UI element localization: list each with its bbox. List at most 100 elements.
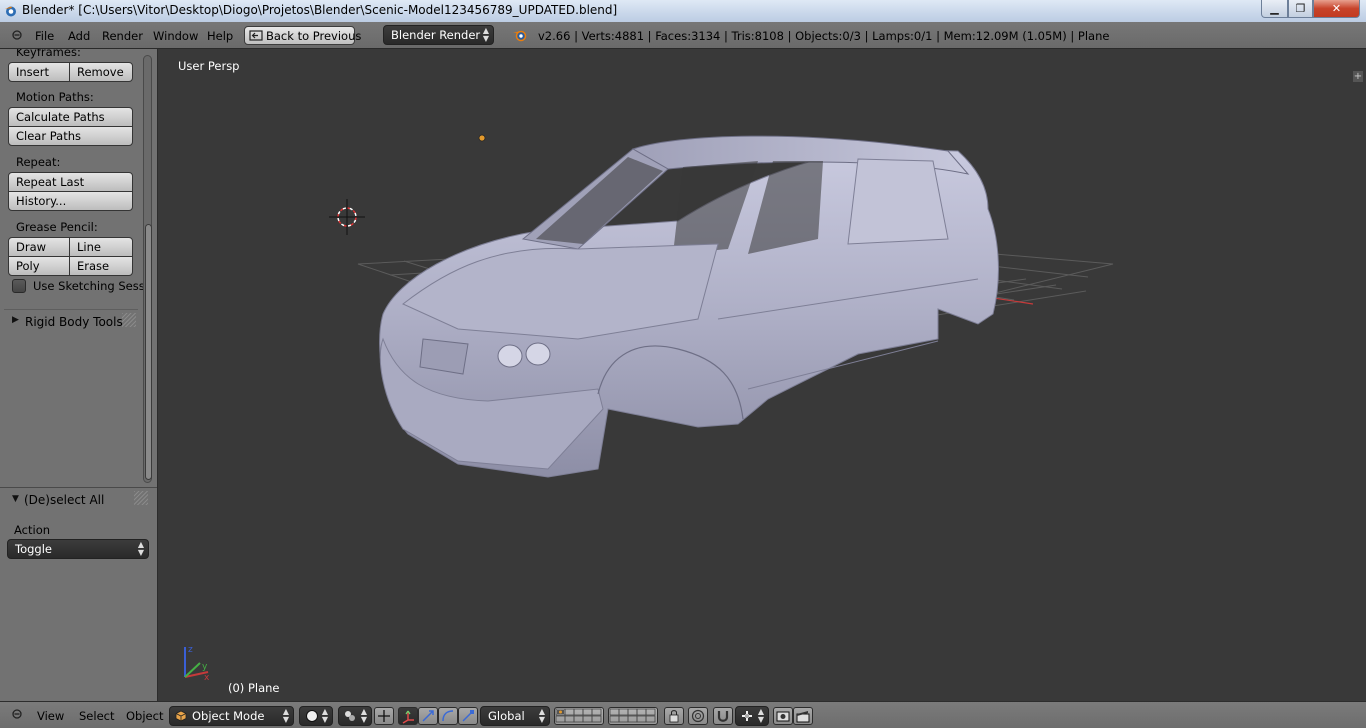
snap-toggle[interactable]: [713, 707, 733, 725]
menu-help[interactable]: Help: [207, 29, 233, 43]
back-to-previous-button[interactable]: Back to Previous: [244, 26, 361, 45]
menu-add[interactable]: Add: [68, 29, 90, 43]
render-engine-select[interactable]: Blender Render ▲ ▼: [383, 25, 494, 45]
proportional-edit-button[interactable]: [688, 707, 708, 725]
layers-icon: [555, 708, 602, 723]
menu-view[interactable]: View: [37, 709, 64, 723]
drag-grip-icon[interactable]: [122, 313, 136, 327]
viewport-canvas: z y x: [184, 134, 1114, 683]
updown-arrows-icon: ▲ ▼: [482, 26, 489, 43]
action-select[interactable]: Toggle ▲ ▼: [7, 539, 149, 559]
clapper-icon: [796, 711, 810, 723]
grease-line-button[interactable]: Line: [69, 237, 133, 257]
manipulator-toggle[interactable]: [398, 707, 418, 725]
window-title: Blender* [C:\Users\Vitor\Desktop\Diogo\P…: [22, 3, 618, 17]
blender-logo-icon: [5, 6, 16, 17]
expanded-arrow-icon: ▼: [12, 494, 19, 504]
back-icon: [249, 30, 263, 41]
info-header: File Add Render Window Help Back to Prev…: [0, 22, 1366, 49]
menu-collapse-icon: [12, 30, 22, 40]
scene-layers-1[interactable]: [554, 707, 604, 725]
repeat-label: Repeat:: [16, 155, 61, 169]
calculate-paths-button[interactable]: Calculate Paths: [8, 107, 133, 127]
view-name-label: User Persp: [178, 59, 240, 73]
menu-file[interactable]: File: [35, 29, 54, 43]
scene-layers-2[interactable]: [608, 707, 658, 725]
menu-object[interactable]: Object: [126, 709, 163, 723]
axis-z-label: z: [188, 645, 193, 655]
render-engine-value: Blender Render: [391, 28, 481, 42]
rigid-body-panel-header[interactable]: ▶ Rigid Body Tools: [4, 309, 138, 334]
updown-arrows-icon: ▲ ▼: [137, 540, 144, 557]
updown-arrows-icon: ▲ ▼: [321, 707, 328, 724]
collapsed-arrow-icon: ▶: [12, 315, 19, 325]
orientation-select[interactable]: Global ▲ ▼: [480, 706, 550, 726]
sketching-checkbox[interactable]: [12, 279, 26, 293]
repeat-last-button[interactable]: Repeat Last: [8, 172, 133, 192]
translate-arrow-icon: [422, 710, 434, 722]
scene-stats: v2.66 | Verts:4881 | Faces:3134 | Tris:8…: [538, 29, 1110, 43]
layers-icon: [609, 708, 656, 723]
mode-select[interactable]: Object Mode ▲ ▼: [169, 706, 294, 726]
editor-type-button[interactable]: [9, 28, 25, 42]
history-button[interactable]: History...: [8, 191, 133, 211]
shading-select[interactable]: ▲ ▼: [299, 706, 333, 726]
remove-keyframe-button[interactable]: Remove: [69, 62, 133, 82]
plus-icon[interactable]: +: [1353, 71, 1363, 82]
car-model: [379, 135, 999, 478]
menu-render[interactable]: Render: [102, 29, 143, 43]
editor-type-button[interactable]: [9, 707, 25, 721]
minimize-button[interactable]: ▁: [1261, 0, 1288, 18]
drag-grip-icon[interactable]: [134, 491, 148, 505]
rotate-icon: [442, 710, 454, 722]
render-animation-button[interactable]: [793, 707, 813, 725]
close-button[interactable]: ✕: [1313, 0, 1360, 18]
3d-viewport[interactable]: z y x User Persp (0) Plane +: [158, 49, 1366, 701]
scrollbar-thumb[interactable]: [145, 224, 152, 480]
operator-panel: ▼ (De)select All Action Toggle ▲ ▼: [0, 487, 157, 701]
align-view-button[interactable]: [374, 707, 394, 725]
updown-arrows-icon: ▲ ▼: [757, 707, 764, 724]
tool-shelf: Keyframes: Insert Remove Motion Paths: C…: [0, 49, 158, 701]
scale-toggle[interactable]: [458, 707, 478, 725]
proportional-icon: [691, 709, 705, 723]
grease-erase-button[interactable]: Erase: [69, 256, 133, 276]
render-opengl-button[interactable]: [773, 707, 793, 725]
tool-shelf-scrollbar[interactable]: [143, 55, 152, 483]
mode-value: Object Mode: [192, 709, 265, 723]
camera-icon: [776, 711, 790, 722]
menu-collapse-icon: [12, 709, 22, 719]
blender-logo-icon: [513, 30, 527, 42]
rigid-body-label: Rigid Body Tools: [25, 315, 123, 329]
lamp-origin-point[interactable]: [478, 134, 486, 142]
layer-lock-button[interactable]: [664, 707, 684, 725]
scale-icon: [462, 710, 474, 722]
action-label: Action: [14, 523, 51, 537]
motion-paths-label: Motion Paths:: [16, 90, 94, 104]
translate-toggle[interactable]: [418, 707, 438, 725]
sketching-label: Use Sketching Sessi: [33, 279, 148, 293]
orientation-value: Global: [488, 709, 525, 723]
rotate-toggle[interactable]: [438, 707, 458, 725]
insert-keyframe-button[interactable]: Insert: [8, 62, 70, 82]
pivot-icon: [345, 711, 355, 721]
mode-cube-icon: [175, 710, 187, 722]
clear-paths-button[interactable]: Clear Paths: [8, 126, 133, 146]
operator-title: (De)select All: [24, 493, 105, 507]
axis-gizmo: z y x: [184, 645, 210, 683]
axis-y-label: y: [202, 662, 208, 672]
pivot-select[interactable]: ▲ ▼: [338, 706, 372, 726]
menu-window[interactable]: Window: [153, 29, 198, 43]
updown-arrows-icon: ▲ ▼: [282, 707, 289, 724]
magnet-icon: [717, 711, 729, 722]
maximize-button[interactable]: ❐: [1288, 0, 1313, 18]
back-to-previous-label: Back to Previous: [266, 29, 362, 43]
viewport-header: View Select Object Object Mode ▲ ▼ ▲ ▼ ▲ ▼ …: [0, 701, 1366, 728]
manipulator-icon: [402, 710, 414, 724]
grease-draw-button[interactable]: Draw: [8, 237, 70, 257]
3d-cursor[interactable]: [329, 199, 365, 235]
snap-element-select[interactable]: ▲ ▼: [735, 706, 769, 726]
updown-arrows-icon: ▲ ▼: [538, 707, 545, 724]
grease-poly-button[interactable]: Poly: [8, 256, 70, 276]
menu-select[interactable]: Select: [79, 709, 114, 723]
